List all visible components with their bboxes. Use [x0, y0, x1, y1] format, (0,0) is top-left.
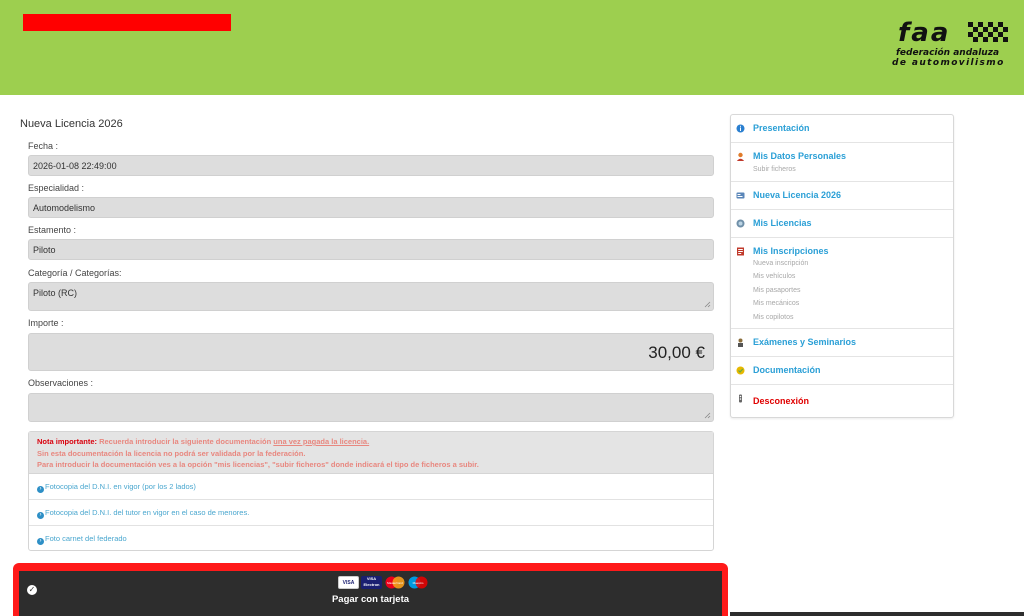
- sidebar-item-desconexion[interactable]: Desconexión: [731, 385, 953, 418]
- note-line-1-underlined: una vez pagada la licencia.: [273, 437, 370, 446]
- document-icon: [736, 366, 745, 375]
- card-logos: VISA VISA Electron MasterCard Maestro: [338, 576, 428, 589]
- estamento-label: Estamento :: [28, 225, 77, 235]
- doc-item-label: Foto carnet del federado: [45, 534, 127, 543]
- especialidad-field: Automodelismo: [28, 197, 714, 218]
- fecha-label: Fecha :: [28, 141, 59, 151]
- logo-word: faa: [898, 18, 951, 48]
- header: faa federación andaluza de automovilismo: [0, 0, 1024, 95]
- arrow-right-icon: ›: [37, 512, 44, 519]
- documentation-note: Nota importante: Recuerda introducir la …: [28, 431, 714, 551]
- logout-icon: [739, 394, 742, 403]
- checkered-flag-icon: [968, 22, 1008, 42]
- licenses-icon: [736, 219, 745, 228]
- license-card-icon: [736, 192, 745, 199]
- note-header: Nota importante: Recuerda introducir la …: [29, 432, 713, 474]
- sidebar-item-label: Documentación: [753, 365, 821, 375]
- categoria-label: Categoría / Categorías:: [28, 268, 122, 278]
- importe-label: Importe :: [28, 318, 64, 328]
- redacted-title-bar: [23, 14, 231, 31]
- info-icon: [736, 124, 745, 133]
- sidebar-item-documentacion[interactable]: Documentación: [731, 357, 953, 385]
- visa-icon: VISA: [338, 576, 359, 589]
- sidebar-item-nueva-licencia[interactable]: Nueva Licencia 2026: [731, 182, 953, 210]
- sidebar-menu: Presentación Mis Datos Personales Subir …: [730, 114, 954, 418]
- observaciones-label: Observaciones :: [28, 378, 94, 388]
- sidebar-item-label: Nueva Licencia 2026: [753, 190, 842, 200]
- bottom-divider: [730, 612, 1024, 616]
- sidebar-subitem[interactable]: Mis pasaportes: [753, 287, 800, 294]
- inscriptions-icon: [737, 247, 744, 256]
- logo-line-1: federación andaluza: [896, 48, 1000, 58]
- sidebar-subitem[interactable]: Mis vehículos: [753, 273, 795, 280]
- page-title: Nueva Licencia 2026: [20, 118, 123, 130]
- sidebar-subitem[interactable]: Mis mecánicos: [753, 300, 799, 307]
- especialidad-label: Especialidad :: [28, 183, 85, 193]
- doc-item-label: Fotocopia del D.N.I. en vigor (por los 2…: [45, 482, 196, 491]
- pay-button-label: Pagar con tarjeta: [331, 594, 410, 605]
- arrow-right-icon: ›: [37, 538, 44, 545]
- note-line-2: Sin esta documentación la licencia no po…: [37, 448, 306, 458]
- fecha-field: 2026-01-08 22:49:00: [28, 155, 714, 176]
- faa-logo[interactable]: faa federación andaluza de automovilismo: [888, 18, 1020, 72]
- note-line-1: Recuerda introducir la siguiente documen…: [97, 437, 274, 446]
- sidebar-item-mis-licencias[interactable]: Mis Licencias: [731, 210, 953, 238]
- note-line-3: Para introducir la documentación ves a l…: [37, 460, 479, 469]
- observaciones-textarea[interactable]: [28, 393, 714, 422]
- sidebar-item-label: Presentación: [753, 123, 810, 133]
- maestro-label: Maestro: [413, 581, 424, 585]
- importe-field: 30,00 €: [28, 333, 714, 371]
- sidebar-item-mis-inscripciones[interactable]: Mis Inscripciones Nueva inscripción Mis …: [731, 238, 953, 329]
- sidebar-subitem[interactable]: Subir ficheros: [753, 166, 796, 173]
- payment-highlight: ✓ VISA VISA Electron MasterCard Maestro …: [13, 563, 728, 616]
- sidebar-item-mis-datos[interactable]: Mis Datos Personales Subir ficheros: [731, 143, 953, 182]
- resize-handle-icon[interactable]: [704, 301, 711, 308]
- sidebar-item-examenes[interactable]: Exámenes y Seminarios: [731, 329, 953, 357]
- maestro-icon: Maestro: [408, 576, 428, 589]
- note-strong: Nota importante:: [37, 437, 97, 446]
- user-icon: [736, 152, 745, 161]
- sidebar-subitem[interactable]: Nueva inscripción: [753, 260, 808, 267]
- visa-electron-icon: VISA Electron: [361, 576, 382, 589]
- categoria-textarea[interactable]: Piloto (RC): [28, 282, 714, 311]
- logo-line-2: de automovilismo: [892, 58, 1005, 68]
- resize-handle-icon[interactable]: [704, 412, 711, 419]
- mastercard-icon: MasterCard: [385, 576, 405, 589]
- doc-item[interactable]: › Fotocopia del D.N.I. en vigor (por los …: [29, 474, 713, 500]
- arrow-right-icon: ›: [37, 486, 44, 493]
- sidebar-item-label: Mis Datos Personales: [753, 151, 847, 161]
- mastercard-label: MasterCard: [387, 581, 403, 585]
- exam-icon: [738, 338, 743, 347]
- sidebar-item-presentacion[interactable]: Presentación: [731, 115, 953, 143]
- sidebar-subitem[interactable]: Mis copilotos: [753, 314, 793, 321]
- doc-item-label: Fotocopia del D.N.I. del tutor en vigor …: [45, 508, 250, 517]
- sidebar-item-label: Mis Inscripciones: [753, 246, 829, 256]
- sidebar-item-label: Desconexión: [753, 396, 810, 406]
- sidebar-item-label: Mis Licencias: [753, 218, 812, 228]
- categoria-value: Piloto (RC): [33, 288, 78, 298]
- sidebar-item-label: Exámenes y Seminarios: [753, 337, 857, 347]
- doc-item[interactable]: › Foto carnet del federado: [29, 526, 713, 552]
- pay-with-card-button[interactable]: ✓ VISA VISA Electron MasterCard Maestro …: [19, 571, 722, 616]
- doc-item[interactable]: › Fotocopia del D.N.I. del tutor en vigor…: [29, 500, 713, 526]
- estamento-field: Piloto: [28, 239, 714, 260]
